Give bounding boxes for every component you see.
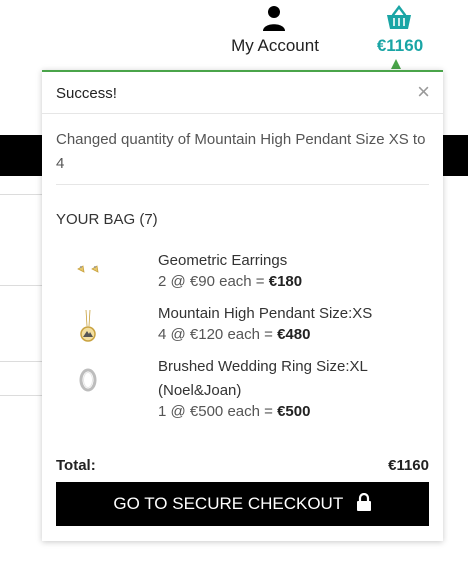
item-line-total: €500: [277, 403, 311, 420]
item-qty: 2 @ €90 each =: [158, 273, 269, 290]
lock-icon: [356, 492, 371, 511]
item-name: Geometric Earrings: [158, 252, 288, 269]
bag-title: YOUR BAG (7): [56, 211, 158, 228]
popup-pointer: [391, 59, 401, 69]
basket-total: €1160: [376, 36, 424, 55]
total-label: Total:: [56, 457, 96, 474]
popup-title: Success!: [56, 85, 117, 102]
popup-header: Success! ×: [42, 72, 443, 114]
user-icon: [263, 6, 285, 31]
basket-icon: [387, 5, 411, 29]
account-label: My Account: [231, 36, 319, 55]
item-qty: 1 @ €500 each =: [158, 403, 278, 420]
success-message: Changed quantity of Mountain High Pendan…: [56, 128, 429, 185]
secure-checkout-button[interactable]: GO TO SECURE CHECKOUT: [56, 482, 429, 526]
background-divider: [0, 285, 42, 286]
item-price: 1 @ €500 each = €500: [158, 403, 310, 420]
bag-list: Geometric Earrings 2 @ €90 each = €180 M…: [42, 249, 443, 427]
item-line-total: €180: [268, 273, 303, 290]
cart-popup: Success! × Changed quantity of Mountain …: [42, 70, 443, 541]
list-item[interactable]: Geometric Earrings 2 @ €90 each = €180: [42, 249, 443, 302]
total-value: €1160: [388, 457, 429, 474]
background-divider: [0, 361, 42, 362]
item-qty: 4 @ €120 each =: [158, 326, 278, 343]
item-price: 2 @ €90 each = €180: [158, 273, 302, 290]
background-divider: [0, 395, 42, 396]
item-price: 4 @ €120 each = €480: [158, 326, 310, 343]
close-icon[interactable]: ×: [417, 81, 430, 103]
item-name: Mountain High Pendant Size:XS: [158, 305, 373, 322]
list-item[interactable]: Mountain High Pendant Size:XS 4 @ €120 e…: [42, 302, 443, 355]
earrings-icon: [77, 265, 99, 273]
checkout-label: GO TO SECURE CHECKOUT: [113, 494, 343, 513]
item-name: Brushed Wedding Ring Size:XL (Noel&Joan): [158, 358, 368, 399]
pendant-icon: [80, 310, 96, 342]
ring-icon: [79, 368, 97, 392]
item-line-total: €480: [277, 326, 311, 343]
background-divider: [0, 194, 42, 195]
list-item[interactable]: Brushed Wedding Ring Size:XL (Noel&Joan)…: [42, 355, 443, 427]
